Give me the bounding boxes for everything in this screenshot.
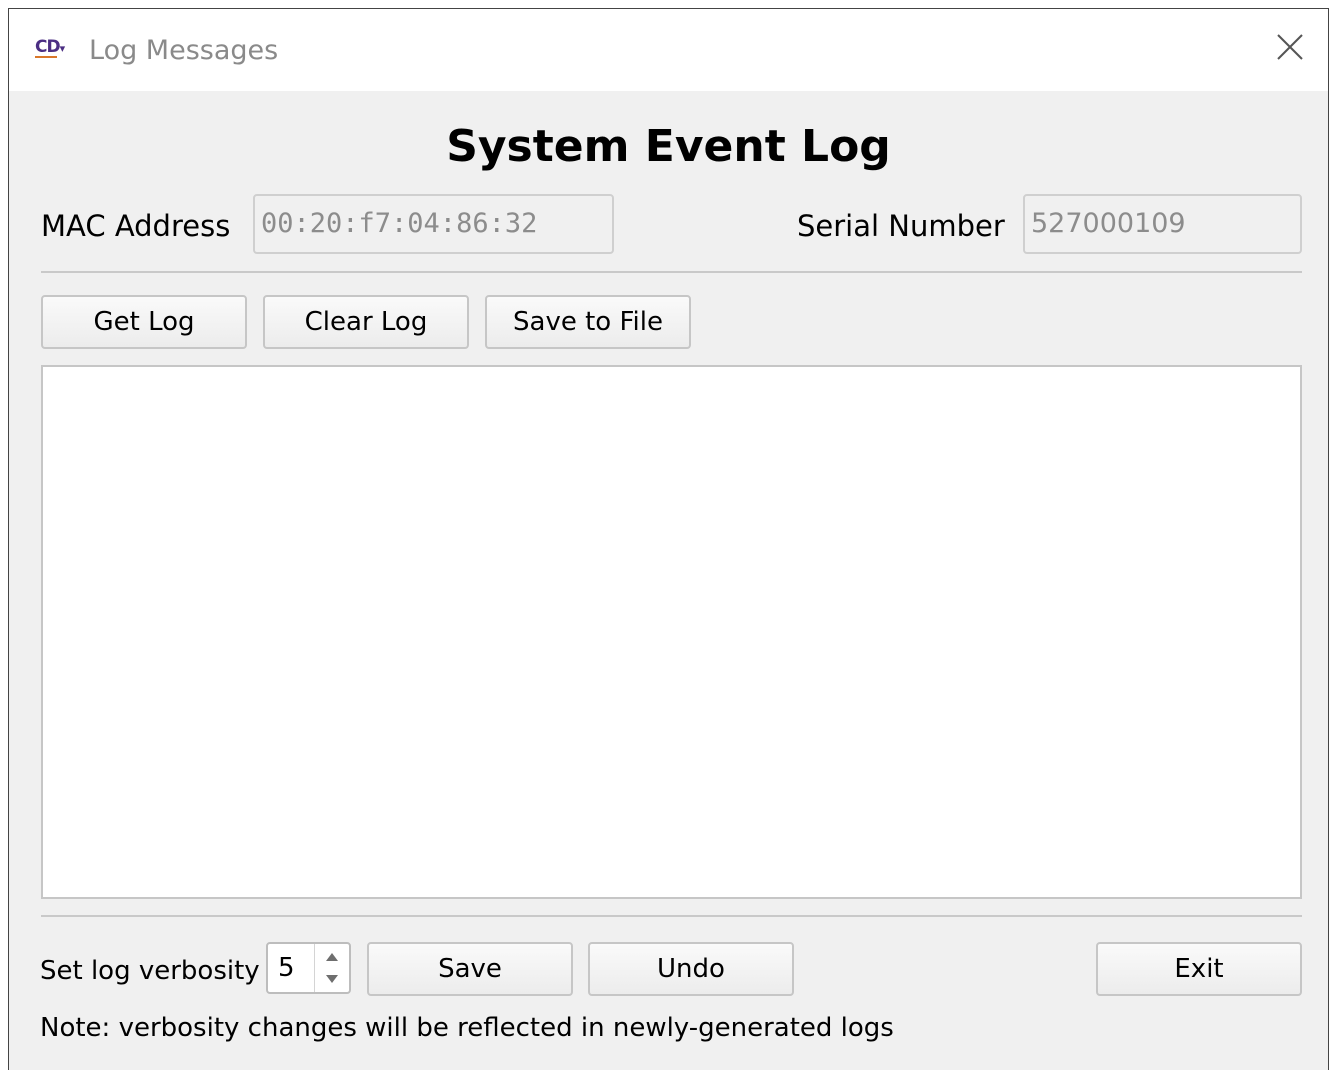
verbosity-label-text: Set log verbosity [40, 956, 260, 986]
spin-arrows[interactable] [314, 944, 349, 992]
clear-log-button[interactable]: Clear Log [263, 295, 469, 349]
get-log-button[interactable]: Get Log [41, 295, 247, 349]
divider-top [41, 271, 1302, 273]
save-to-file-button[interactable]: Save to File [485, 295, 691, 349]
save-verbosity-button[interactable]: Save [367, 942, 573, 996]
divider-bottom [41, 915, 1302, 917]
mac-address-field[interactable]: 00:20:f7:04:86:32 [253, 194, 614, 254]
verbosity-label: Set log verbosity [40, 939, 260, 1001]
serial-number-label: Serial Number [797, 209, 1005, 243]
serial-number-field[interactable]: 527000109 [1023, 194, 1302, 254]
page-title: System Event Log [446, 121, 891, 172]
mac-address-label: MAC Address [41, 209, 231, 243]
log-text-area[interactable] [41, 365, 1302, 899]
verbosity-spinbox[interactable]: 5 [266, 942, 351, 994]
title-bar[interactable]: CD▾ Log Messages [9, 9, 1328, 91]
close-button[interactable] [1270, 27, 1310, 67]
app-icon: CD▾ [35, 37, 65, 58]
chevron-up-icon[interactable] [315, 944, 349, 968]
verbosity-value: 5 [278, 953, 295, 983]
verbosity-note: Note: verbosity changes will be reflecte… [40, 1013, 894, 1043]
app-icon-text: CD [35, 37, 61, 57]
exit-button[interactable]: Exit [1096, 942, 1302, 996]
log-messages-dialog: CD▾ Log Messages System Event Log MAC Ad… [8, 8, 1329, 1070]
chevron-down-icon[interactable] [315, 968, 349, 992]
close-icon [1277, 34, 1303, 60]
undo-button[interactable]: Undo [588, 942, 794, 996]
window-title: Log Messages [89, 35, 279, 66]
background-edge [0, 0, 8, 1070]
